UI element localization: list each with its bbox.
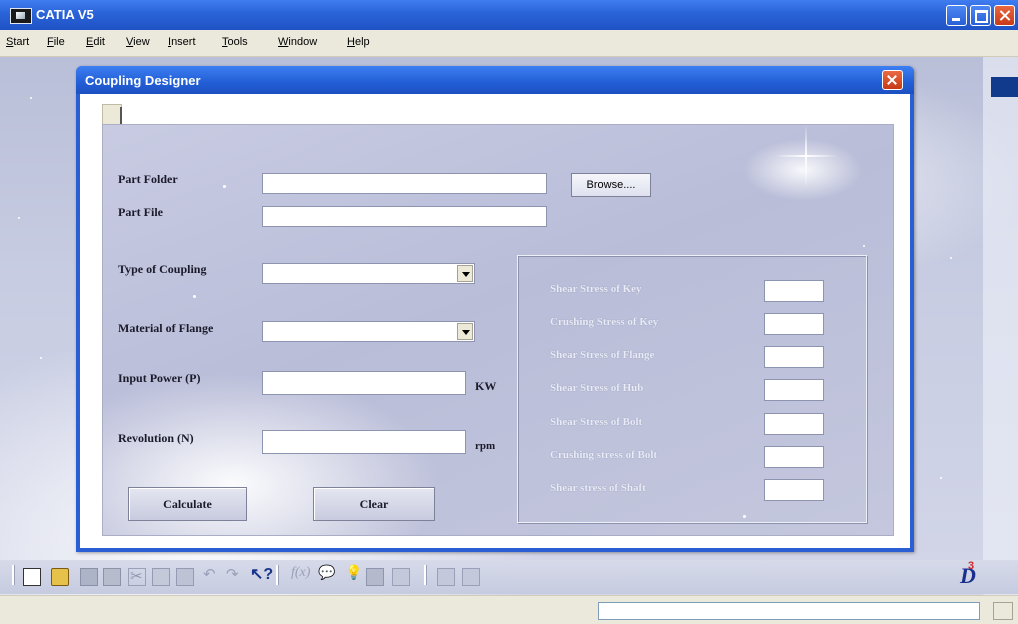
type-of-coupling-label: Type of Coupling <box>118 262 207 276</box>
shear-stress-bolt-output[interactable] <box>764 413 824 435</box>
open-icon[interactable] <box>51 568 69 586</box>
star <box>40 357 42 359</box>
revolution-unit: rpm <box>475 440 496 452</box>
measure-icon[interactable] <box>392 568 410 586</box>
toolbar-separator <box>276 565 279 585</box>
undo-icon[interactable]: ↶ <box>203 565 221 583</box>
crushing-stress-bolt-output[interactable] <box>764 446 824 468</box>
shear-stress-key-output[interactable] <box>764 280 824 302</box>
star <box>223 185 226 188</box>
menu-tools[interactable]: Tools <box>222 36 248 48</box>
menu-view[interactable]: View <box>126 36 150 48</box>
menu-window[interactable]: Window <box>278 36 317 48</box>
print-icon[interactable] <box>103 568 121 586</box>
tool-icon[interactable] <box>462 568 480 586</box>
window-close-button[interactable] <box>994 5 1015 26</box>
dialog-close-button[interactable] <box>882 70 903 90</box>
command-input[interactable] <box>598 602 980 620</box>
cut-icon[interactable] <box>128 567 146 586</box>
material-of-flange-label: Material of Flange <box>118 321 214 335</box>
chevron-down-icon[interactable] <box>457 323 473 340</box>
input-power-label: Input Power (P) <box>118 371 201 385</box>
result-label: Crushing Stress of Key <box>550 316 659 328</box>
standard-toolbar: ↶ ↷ ↖? f(x) 💬 💡 D 3 CATIA V5 <box>0 560 1018 594</box>
specification-tree-panel <box>983 57 1018 597</box>
app-title: CATIA V5 <box>36 7 94 22</box>
crushing-stress-key-output[interactable] <box>764 313 824 335</box>
dialog-tab[interactable] <box>102 104 122 125</box>
result-label: Shear Stress of Hub <box>550 382 644 394</box>
command-button[interactable] <box>993 602 1013 620</box>
catia-logo: D 3 CATIA V5 <box>956 560 1016 593</box>
knowledge-icon[interactable]: 💡 <box>345 565 363 583</box>
redo-icon[interactable]: ↷ <box>226 565 244 583</box>
browse-button[interactable]: Browse.... <box>571 173 651 197</box>
result-label: Shear Stress of Flange <box>550 349 655 361</box>
type-of-coupling-select[interactable] <box>262 263 475 284</box>
menu-help[interactable]: Help <box>347 36 370 48</box>
revolution-field[interactable] <box>262 430 466 454</box>
toolbar-separator <box>12 565 15 585</box>
menu-bar: Start File Edit View Insert Tools Window… <box>0 30 1018 57</box>
new-icon[interactable] <box>23 568 41 586</box>
shear-stress-flange-output[interactable] <box>764 346 824 368</box>
menu-edit[interactable]: Edit <box>86 36 105 48</box>
input-power-unit: KW <box>475 379 497 393</box>
star <box>950 257 952 259</box>
part-file-input[interactable] <box>262 206 547 227</box>
coupling-designer-dialog: Coupling Designer Part Folder Browse....… <box>76 66 914 552</box>
dialog-client-area: Part Folder Browse.... Part File Type of… <box>80 94 910 548</box>
comment-icon[interactable]: 💬 <box>318 565 336 583</box>
star-flare <box>775 125 837 187</box>
formula-icon[interactable]: f(x) <box>291 565 310 583</box>
form-panel: Part Folder Browse.... Part File Type of… <box>102 124 894 536</box>
part-folder-label: Part Folder <box>118 172 178 186</box>
dialog-title: Coupling Designer <box>85 73 201 88</box>
part-file-label: Part File <box>118 205 163 219</box>
shear-stress-shaft-output[interactable] <box>764 479 824 501</box>
result-label: Crushing stress of Bolt <box>550 449 658 461</box>
result-label: Shear Stress of Key <box>550 283 642 295</box>
result-label: Shear Stress of Bolt <box>550 416 643 428</box>
input-power-field[interactable] <box>262 371 466 395</box>
part-folder-input[interactable] <box>262 173 547 194</box>
star <box>30 97 32 99</box>
revolution-label: Revolution (N) <box>118 431 194 445</box>
ds-logo-mark: 3 <box>968 560 975 572</box>
catia-app-icon <box>10 8 32 24</box>
clear-button[interactable]: Clear <box>313 487 435 521</box>
table-icon[interactable] <box>366 568 384 586</box>
results-group: Shear Stress of Key Crushing Stress of K… <box>517 255 867 523</box>
star <box>18 217 20 219</box>
minimize-button[interactable] <box>946 5 967 26</box>
menu-insert[interactable]: Insert <box>168 36 196 48</box>
whats-this-help-icon[interactable]: ↖? <box>250 564 273 583</box>
chevron-down-icon[interactable] <box>457 265 473 282</box>
dialog-titlebar[interactable]: Coupling Designer <box>76 66 914 94</box>
app-titlebar: CATIA V5 <box>0 0 1018 30</box>
save-icon[interactable] <box>80 568 98 586</box>
tool-icon[interactable] <box>437 568 455 586</box>
copy-icon[interactable] <box>152 568 170 586</box>
material-of-flange-select[interactable] <box>262 321 475 342</box>
toolbar-separator <box>424 565 427 585</box>
result-label: Shear stress of Shaft <box>550 482 646 494</box>
calculate-button[interactable]: Calculate <box>128 487 247 521</box>
status-bar <box>0 595 1018 624</box>
star <box>193 295 196 298</box>
maximize-button[interactable] <box>970 5 991 26</box>
shear-stress-hub-output[interactable] <box>764 379 824 401</box>
panel-tab[interactable] <box>991 77 1018 97</box>
menu-file[interactable]: File <box>47 36 65 48</box>
star <box>863 245 865 247</box>
paste-icon[interactable] <box>176 568 194 586</box>
menu-start[interactable]: Start <box>6 36 29 48</box>
star <box>940 477 942 479</box>
